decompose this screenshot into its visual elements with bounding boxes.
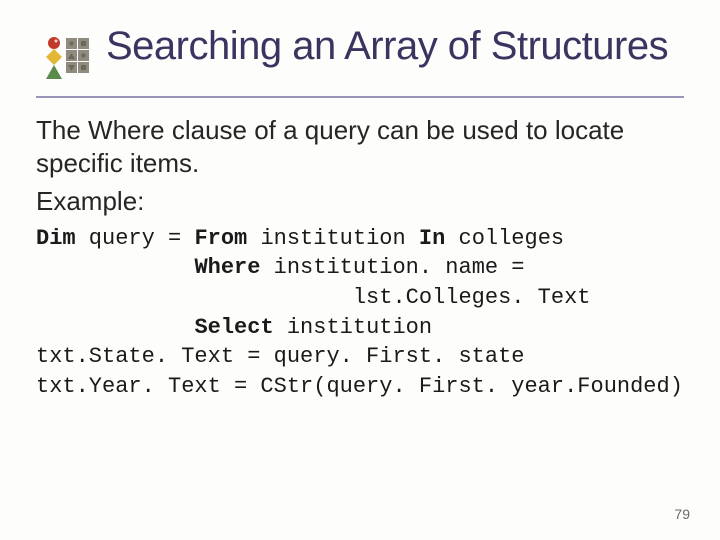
kw-select: Select — [194, 315, 273, 340]
code-text: institution — [274, 315, 432, 340]
code-text: query = — [76, 226, 195, 251]
logo-icon — [36, 32, 92, 88]
kw-dim: Dim — [36, 226, 76, 251]
code-text: lst.Colleges. Text — [36, 285, 591, 310]
kw-where: Where — [194, 255, 260, 280]
title-rule — [36, 96, 684, 98]
slide-title: Searching an Array of Structures — [106, 24, 668, 69]
body-line-1: The Where clause of a query can be used … — [36, 114, 684, 179]
code-text: txt.Year. Text = CStr(query. First. year… — [36, 374, 683, 399]
slide: Searching an Array of Structures The Whe… — [0, 0, 720, 540]
header-row: Searching an Array of Structures — [36, 24, 684, 88]
kw-from: From — [194, 226, 247, 251]
body-line-2: Example: — [36, 185, 684, 218]
code-text: institution — [247, 226, 419, 251]
code-text: txt.State. Text = query. First. state — [36, 344, 524, 369]
page-number: 79 — [674, 506, 690, 522]
code-text: colleges — [445, 226, 564, 251]
code-block: Dim query = From institution In colleges… — [36, 224, 684, 402]
code-indent — [36, 255, 194, 280]
code-indent — [36, 315, 194, 340]
code-text: institution. name = — [260, 255, 524, 280]
kw-in: In — [419, 226, 445, 251]
